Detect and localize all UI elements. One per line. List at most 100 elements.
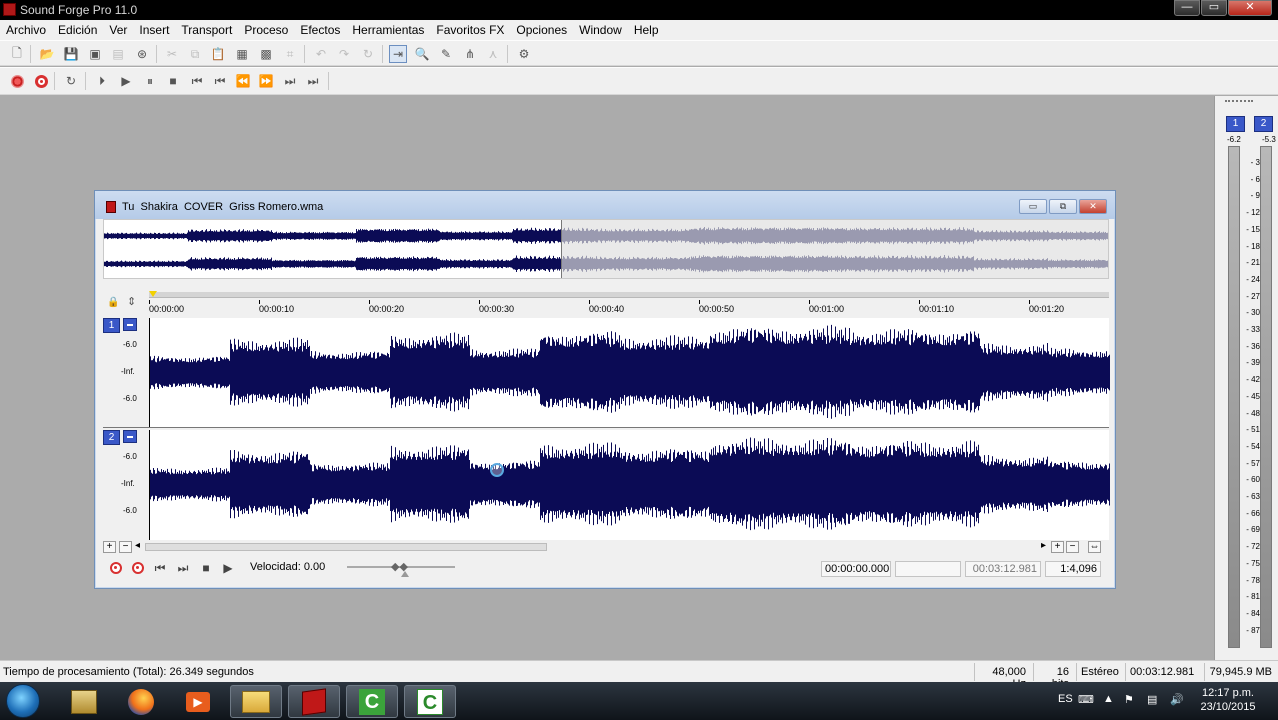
render-icon[interactable]: ⊛ <box>133 45 151 63</box>
channels-status[interactable]: Estéreo <box>1076 663 1122 681</box>
channel-1-waveform[interactable] <box>149 318 1110 428</box>
doc-go-to-end-icon[interactable]: ⏭ <box>176 561 190 575</box>
paste-icon[interactable]: 📋 <box>209 45 227 63</box>
taskbar-clock[interactable]: 12:17 p.m. 23/10/2015 <box>1196 686 1260 714</box>
taskbar-camtasia-icon-1[interactable]: C <box>346 685 398 718</box>
horizontal-scrollbar[interactable] <box>145 543 547 551</box>
undo-icon[interactable]: ↶ <box>312 45 330 63</box>
new-file-icon[interactable]: 🗋 <box>8 45 26 63</box>
cut-icon[interactable]: ✂ <box>163 45 181 63</box>
close-button[interactable]: ✕ <box>1228 0 1272 16</box>
document-title-bar[interactable]: Tu Shakira COVER Griss Romero.wma ▭ ⧉ ✕ <box>95 191 1115 219</box>
taskbar-firefox-icon[interactable] <box>115 685 167 718</box>
meter-channel-1-badge[interactable]: 1 <box>1226 116 1245 132</box>
taskbar-camtasia-icon-2[interactable]: C <box>404 685 456 718</box>
selection-length-box[interactable] <box>895 561 961 577</box>
magnify-tool-icon[interactable]: 🔍 <box>413 45 431 63</box>
doc-play-icon[interactable]: ▶ <box>221 561 235 575</box>
record-icon[interactable] <box>8 72 26 90</box>
copy-icon[interactable]: ⧉ <box>186 45 204 63</box>
pause-icon[interactable]: ⏸ <box>141 72 159 90</box>
show-hidden-icons-icon[interactable]: ▲ <box>1103 693 1114 705</box>
zoom-in-button[interactable]: + <box>103 541 116 553</box>
cursor-position-box[interactable]: 00:00:00.000 <box>821 561 891 577</box>
crossfade-icon[interactable]: ▩ <box>257 45 275 63</box>
doc-go-to-start-icon[interactable]: ⏮ <box>153 561 167 575</box>
go-to-end-icon[interactable]: ⏭ <box>304 72 322 90</box>
next-marker-icon[interactable]: ⏭ <box>281 72 299 90</box>
channel-2-track[interactable]: 2 -6.0 -Inf. -6.0 <box>103 430 1110 540</box>
menu-edicion[interactable]: Edición <box>52 20 103 40</box>
doc-minimize-button[interactable]: ▭ <box>1019 199 1047 214</box>
bit-depth-status[interactable]: 16 bits <box>1033 663 1073 690</box>
vertical-zoom-out-button[interactable]: − <box>1066 541 1079 553</box>
minimize-button[interactable]: — <box>1174 0 1200 16</box>
menu-favoritos-fx[interactable]: Favoritos FX <box>430 20 510 40</box>
menu-transport[interactable]: Transport <box>175 20 238 40</box>
redo-icon[interactable]: ↷ <box>335 45 353 63</box>
vertical-zoom-in-button[interactable]: + <box>1051 541 1064 553</box>
taskbar-sound-forge-icon[interactable] <box>288 685 340 718</box>
ruler-marker-bar[interactable] <box>149 292 1109 298</box>
channel-1-minimize-button[interactable] <box>123 318 137 331</box>
save-all-icon[interactable]: ▤ <box>109 45 127 63</box>
edit-tool-icon[interactable]: ⇥ <box>389 45 407 63</box>
menu-insert[interactable]: Insert <box>133 20 175 40</box>
channel-1-track[interactable]: 1 -6.0 -Inf. -6.0 <box>103 318 1110 428</box>
previous-marker-icon[interactable]: ⏮ <box>211 72 229 90</box>
menu-help[interactable]: Help <box>628 20 665 40</box>
zoom-ratio-box[interactable]: 1:4,096 <box>1045 561 1101 577</box>
sample-rate-status[interactable]: 48,000 Hz <box>974 663 1030 690</box>
doc-record-arm-icon[interactable] <box>131 561 145 575</box>
pencil-tool-icon[interactable]: ✎ <box>437 45 455 63</box>
zoom-fit-button[interactable]: ⇔ <box>1088 541 1101 553</box>
save-as-icon[interactable]: ▣ <box>86 45 104 63</box>
go-to-start-icon[interactable]: ⏮ <box>188 72 206 90</box>
mix-paste-icon[interactable]: ▦ <box>233 45 251 63</box>
taskbar-media-player-icon[interactable]: ▶ <box>172 685 224 718</box>
doc-close-button[interactable]: ✕ <box>1079 199 1107 214</box>
keyboard-icon[interactable]: ⌨ <box>1078 693 1094 706</box>
loop-icon[interactable]: ↻ <box>62 72 80 90</box>
panel-grip[interactable] <box>1225 100 1253 104</box>
meter-channel-2-badge[interactable]: 2 <box>1254 116 1273 132</box>
settings-gear-icon[interactable]: ⚙ <box>515 45 533 63</box>
snap-icon[interactable]: ⇕ <box>127 295 136 308</box>
overview-waveform[interactable] <box>103 219 1109 279</box>
event-tool-icon[interactable]: ⋏ <box>484 45 502 63</box>
menu-opciones[interactable]: Opciones <box>510 20 573 40</box>
language-indicator[interactable]: ES <box>1058 693 1073 705</box>
repeat-icon[interactable]: ↻ <box>359 45 377 63</box>
lock-icon[interactable]: 🔒 <box>107 297 119 308</box>
channel-2-minimize-button[interactable] <box>123 430 137 443</box>
record-arm-icon[interactable] <box>32 72 50 90</box>
volume-icon[interactable]: 🔊 <box>1170 693 1184 706</box>
play-icon[interactable]: ▶ <box>117 72 135 90</box>
channel-2-number[interactable]: 2 <box>103 430 120 445</box>
menu-ver[interactable]: Ver <box>103 20 133 40</box>
rewind-icon[interactable]: ⏪ <box>234 72 252 90</box>
doc-record-icon[interactable] <box>109 561 123 575</box>
start-button[interactable] <box>6 684 40 718</box>
open-folder-icon[interactable]: 📂 <box>38 45 56 63</box>
maximize-button[interactable]: ▭ <box>1201 0 1227 16</box>
action-center-flag-icon[interactable]: ⚑ <box>1124 693 1134 706</box>
taskbar-explorer-icon[interactable] <box>230 685 282 718</box>
menu-proceso[interactable]: Proceso <box>238 20 294 40</box>
time-ruler[interactable]: 🔒 ⇕ 00:00:00 00:00:10 00:00:20 00:00:30 00:0… <box>103 287 1109 317</box>
scroll-left-icon[interactable]: ◂ <box>131 541 144 553</box>
menu-efectos[interactable]: Efectos <box>294 20 346 40</box>
play-all-icon[interactable]: ⏵ <box>93 72 111 90</box>
doc-restore-button[interactable]: ⧉ <box>1049 199 1077 214</box>
menu-window[interactable]: Window <box>573 20 628 40</box>
save-icon[interactable]: 💾 <box>62 45 80 63</box>
trim-icon[interactable]: ⌗ <box>281 45 299 63</box>
stop-icon[interactable]: ■ <box>164 72 182 90</box>
fast-forward-icon[interactable]: ⏩ <box>257 72 275 90</box>
network-icon[interactable]: ▤ <box>1147 693 1157 706</box>
scroll-right-icon[interactable]: ▸ <box>1037 541 1050 553</box>
channel-2-waveform[interactable] <box>149 430 1110 540</box>
menu-archivo[interactable]: Archivo <box>0 20 52 40</box>
menu-herramientas[interactable]: Herramientas <box>346 20 430 40</box>
taskbar-archive-app-icon[interactable] <box>58 685 110 718</box>
